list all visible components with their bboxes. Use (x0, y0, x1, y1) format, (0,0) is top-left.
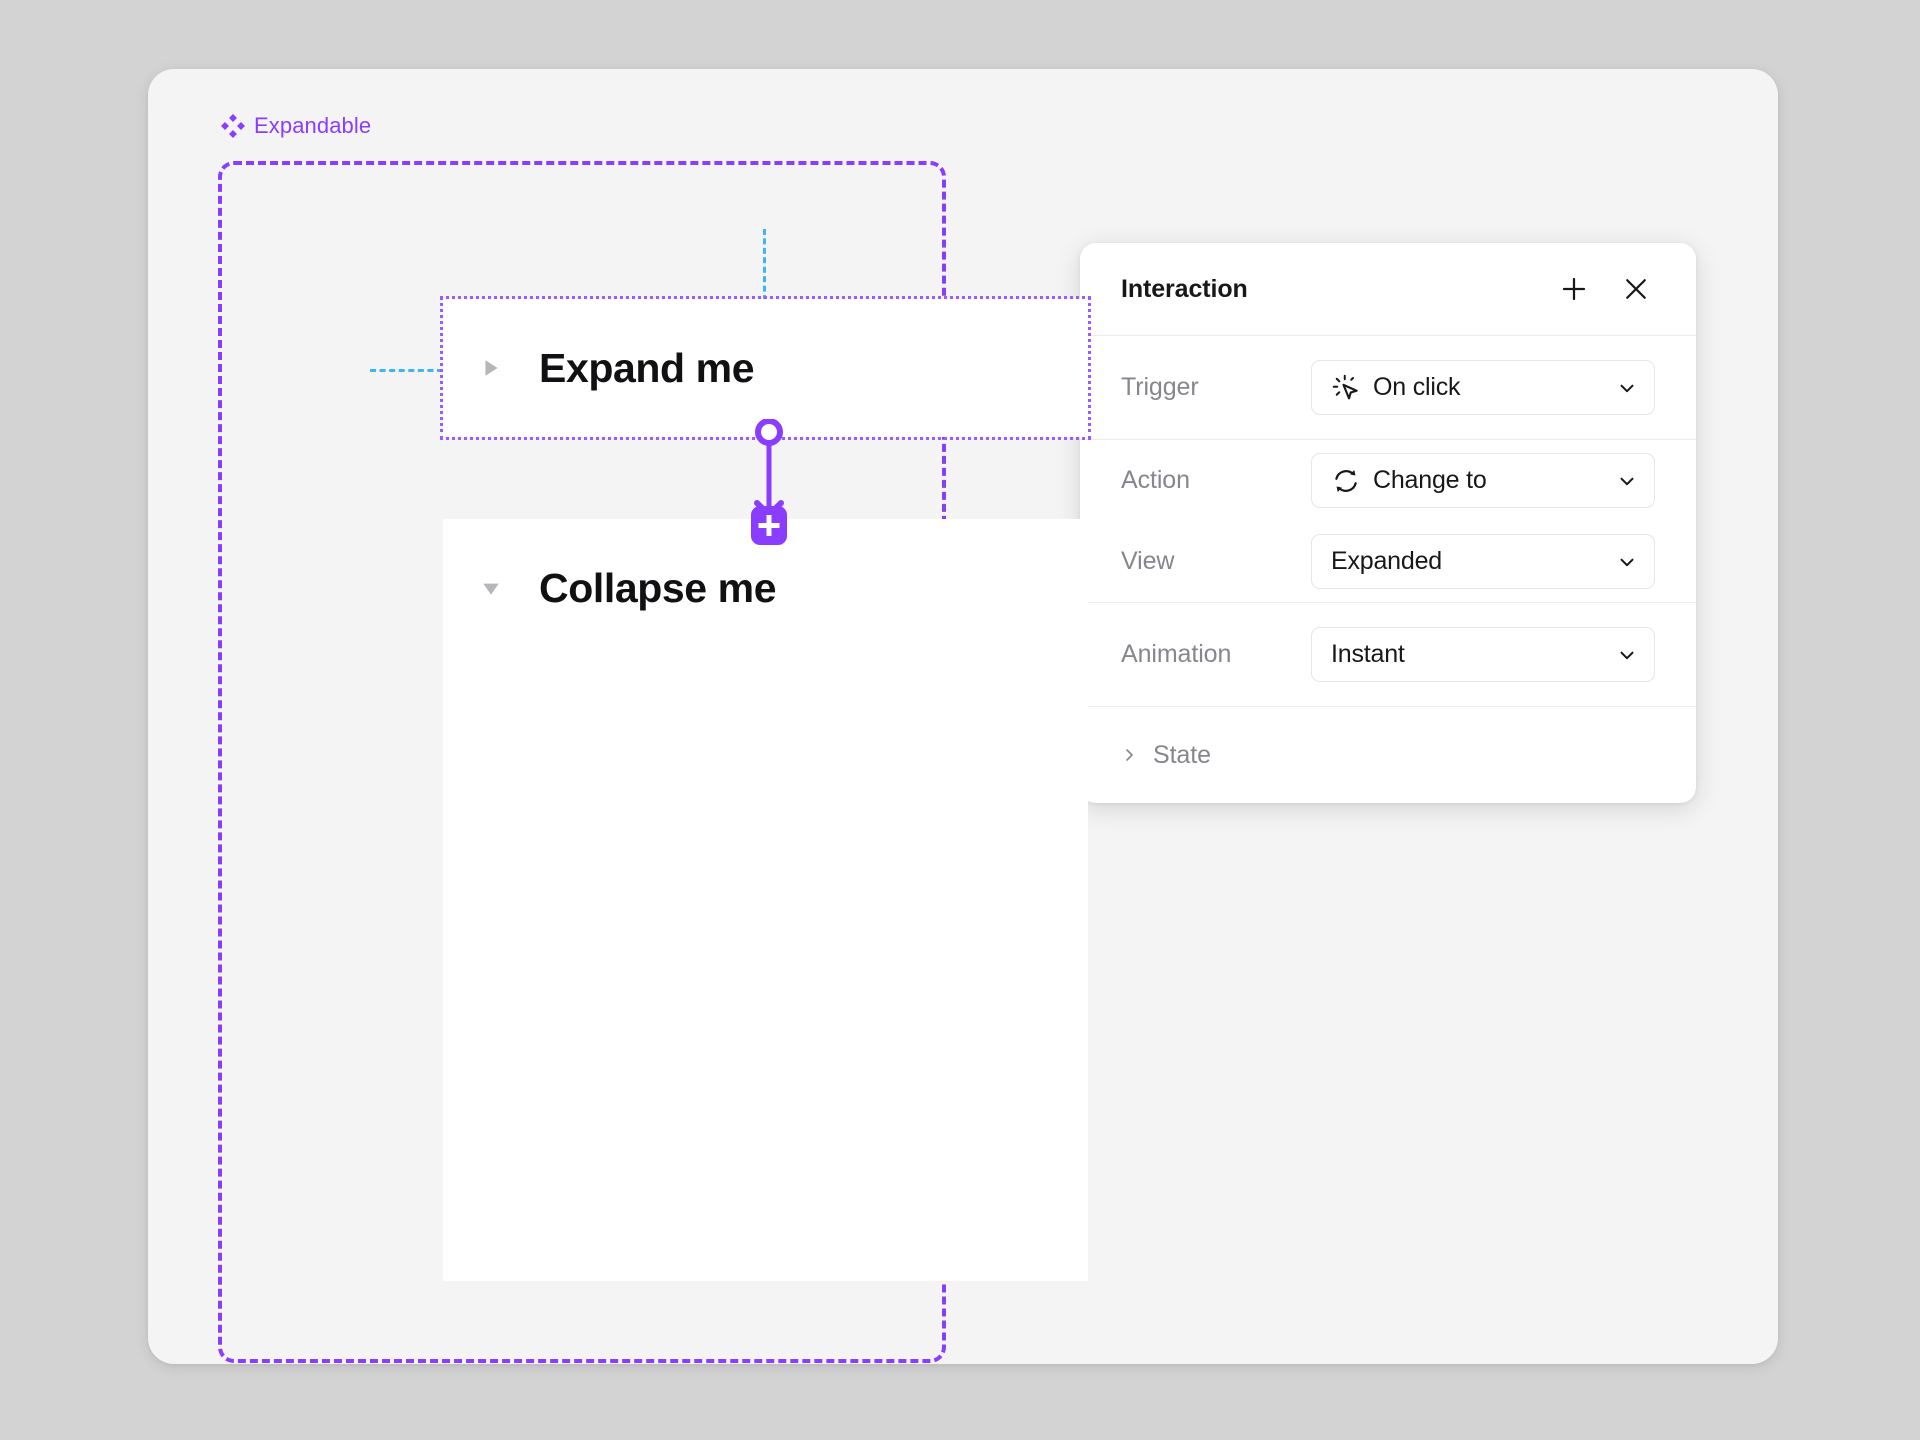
interaction-panel: Interaction Trigger (1080, 243, 1696, 803)
add-interaction-button[interactable] (1554, 269, 1594, 309)
view-value: Expanded (1331, 549, 1616, 574)
chevron-down-icon (1616, 470, 1638, 492)
animation-section: Animation Instant (1080, 603, 1696, 706)
animation-value: Instant (1331, 642, 1616, 667)
variant-title-collapse: Collapse me (539, 568, 776, 609)
variant-title-expand: Expand me (539, 348, 754, 389)
close-panel-button[interactable] (1616, 269, 1656, 309)
view-dropdown[interactable]: Expanded (1311, 534, 1655, 589)
view-label: View (1121, 549, 1311, 574)
trigger-dropdown[interactable]: On click (1311, 360, 1655, 415)
view-row: View Expanded (1080, 521, 1696, 602)
trigger-label: Trigger (1121, 375, 1311, 400)
animation-dropdown[interactable]: Instant (1311, 627, 1655, 682)
chevron-down-icon (1616, 551, 1638, 573)
state-label: State (1153, 743, 1211, 768)
variant-expanded[interactable]: Collapse me (443, 519, 1088, 1281)
interaction-panel-header: Interaction (1080, 243, 1696, 335)
action-row: Action Change to (1080, 440, 1696, 521)
trigger-row: Trigger On click (1080, 336, 1696, 439)
trigger-value: On click (1373, 375, 1616, 400)
component-set-label[interactable]: Expandable (221, 113, 371, 139)
component-set-label-text: Expandable (254, 113, 371, 139)
action-label: Action (1121, 468, 1311, 493)
variant-expanded-header: Collapse me (443, 519, 1088, 657)
animation-label: Animation (1121, 642, 1311, 667)
state-section-toggle[interactable]: State (1080, 707, 1696, 803)
alignment-guide-vertical (763, 229, 766, 301)
alignment-guide-horizontal (370, 369, 443, 372)
action-dropdown[interactable]: Change to (1311, 453, 1655, 508)
close-icon (1621, 274, 1651, 304)
caret-right-icon (480, 357, 502, 379)
chevron-right-icon (1121, 747, 1137, 763)
action-section: Action Change to View Expanded (1080, 440, 1696, 602)
plus-icon (1559, 274, 1589, 304)
variant-collapsed[interactable]: Expand me (443, 299, 1088, 437)
chevron-down-icon (1616, 377, 1638, 399)
trigger-section: Trigger On click (1080, 336, 1696, 439)
chevron-down-icon (1616, 644, 1638, 666)
action-value: Change to (1373, 468, 1616, 493)
cursor-click-icon (1331, 373, 1361, 403)
panel-title: Interaction (1121, 275, 1554, 304)
animation-row: Animation Instant (1080, 603, 1696, 706)
change-to-refresh-icon (1331, 466, 1361, 496)
component-set-diamonds-icon (221, 114, 245, 138)
caret-down-icon (480, 577, 502, 599)
